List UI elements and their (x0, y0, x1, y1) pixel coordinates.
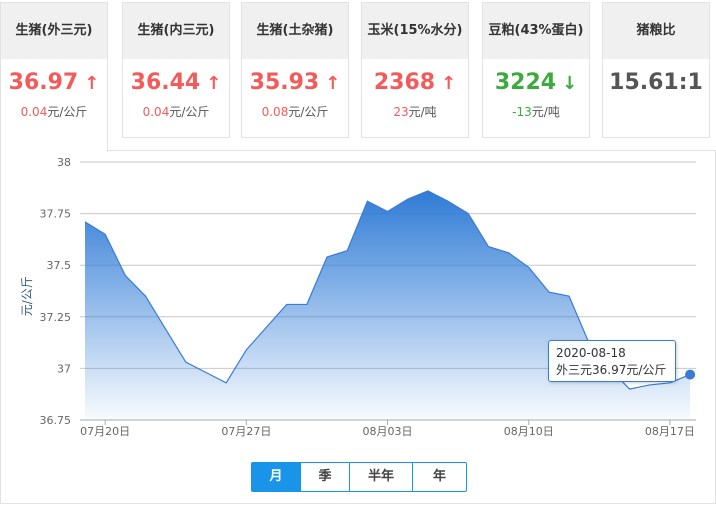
x-tick-label: 08月17日 (645, 425, 695, 438)
card-change-value: 23 (393, 105, 409, 119)
card-title: 豆粕(43%蛋白) (483, 3, 589, 59)
card-change-value: 0.08 (261, 105, 289, 119)
period-halfyear-button[interactable]: 半年 (349, 463, 412, 491)
chart-tooltip: 2020-08-18 外三元36.97元/公斤 (548, 340, 676, 382)
arrow-up-icon: ↑ (206, 73, 222, 94)
x-tick-label: 08月03日 (363, 425, 413, 438)
x-tick-label: 08月10日 (504, 425, 554, 438)
price-card[interactable]: 生猪(内三元) 36.44 ↑ 0.04元/公斤 (122, 2, 230, 138)
card-value: 3224 (494, 70, 557, 95)
arrow-up-icon: ↑ (441, 73, 457, 94)
arrow-up-icon: ↑ (325, 73, 341, 94)
data-point[interactable] (685, 369, 696, 380)
y-axis-label: 元/公斤 (20, 276, 34, 316)
y-tick-label: 37.25 (40, 311, 72, 324)
x-tick-label: 07月27日 (221, 425, 271, 438)
card-change-unit: 元/公斤 (47, 105, 88, 119)
card-value-row: 36.97 ↑ (1, 69, 107, 97)
period-selector: 月 季 半年 年 (251, 462, 467, 492)
price-chart: 36.75 37 37.25 37.5 37.75 38 07月20日 07月27日 08月03… (20, 156, 696, 438)
card-value-row: 3224 ↓ (483, 69, 589, 97)
card-value-row: 36.44 ↑ (123, 69, 229, 97)
card-value: 35.93 (249, 70, 320, 95)
card-value-row: 2368 ↑ (362, 69, 468, 97)
card-value: 36.97 (8, 70, 79, 95)
card-change-unit: 元/吨 (531, 105, 560, 119)
card-change-unit: 元/吨 (408, 105, 437, 119)
period-month-button[interactable]: 月 (252, 463, 300, 491)
arrow-up-icon: ↑ (84, 73, 100, 94)
price-card[interactable]: 豆粕(43%蛋白) 3224 ↓ -13元/吨 (482, 2, 590, 138)
card-value: 15.61:1 (609, 70, 703, 95)
card-title: 生猪(内三元) (123, 3, 229, 59)
card-title: 生猪(外三元) (1, 3, 107, 59)
period-quarter-button[interactable]: 季 (300, 463, 349, 491)
card-change: 0.04元/公斤 (1, 103, 107, 120)
x-tick-label: 07月20日 (80, 425, 130, 438)
tooltip-value: 外三元36.97元/公斤 (556, 363, 667, 377)
price-card[interactable]: 生猪(土杂猪) 35.93 ↑ 0.08元/公斤 (241, 2, 349, 138)
card-change: 23元/吨 (362, 103, 468, 120)
price-card[interactable]: 猪粮比 15.61:1 (602, 2, 710, 138)
price-card[interactable]: 玉米(15%水分) 2368 ↑ 23元/吨 (361, 2, 469, 138)
area-fill (85, 190, 691, 420)
y-tick-label: 38 (57, 156, 71, 169)
tooltip-date: 2020-08-18 (556, 346, 626, 360)
y-tick-label: 37 (57, 362, 71, 375)
y-tick-label: 37.5 (47, 259, 72, 272)
card-change: 0.04元/公斤 (123, 103, 229, 120)
card-value: 2368 (373, 70, 436, 95)
card-change: 0.08元/公斤 (242, 103, 348, 120)
card-change-value: 0.04 (20, 105, 48, 119)
card-title: 玉米(15%水分) (362, 3, 468, 59)
period-year-button[interactable]: 年 (412, 463, 466, 491)
card-change: -13元/吨 (483, 103, 589, 120)
y-tick-label: 37.75 (40, 208, 72, 221)
y-tick-label: 36.75 (40, 414, 72, 427)
card-value-row: 35.93 ↑ (242, 69, 348, 97)
card-title: 猪粮比 (603, 3, 709, 59)
chart-panel: 36.75 37 37.25 37.5 37.75 38 07月20日 07月27日 08月03… (0, 150, 716, 504)
card-change-value: 0.04 (142, 105, 170, 119)
card-value: 36.44 (130, 70, 201, 95)
card-title: 生猪(土杂猪) (242, 3, 348, 59)
arrow-down-icon: ↓ (562, 73, 578, 94)
card-change-unit: 元/公斤 (169, 105, 210, 119)
card-change-value: -13 (512, 105, 532, 119)
price-card[interactable]: 生猪(外三元) 36.97 ↑ 0.04元/公斤 (0, 2, 108, 152)
card-value-row: 15.61:1 (603, 69, 709, 97)
card-change-unit: 元/公斤 (288, 105, 329, 119)
